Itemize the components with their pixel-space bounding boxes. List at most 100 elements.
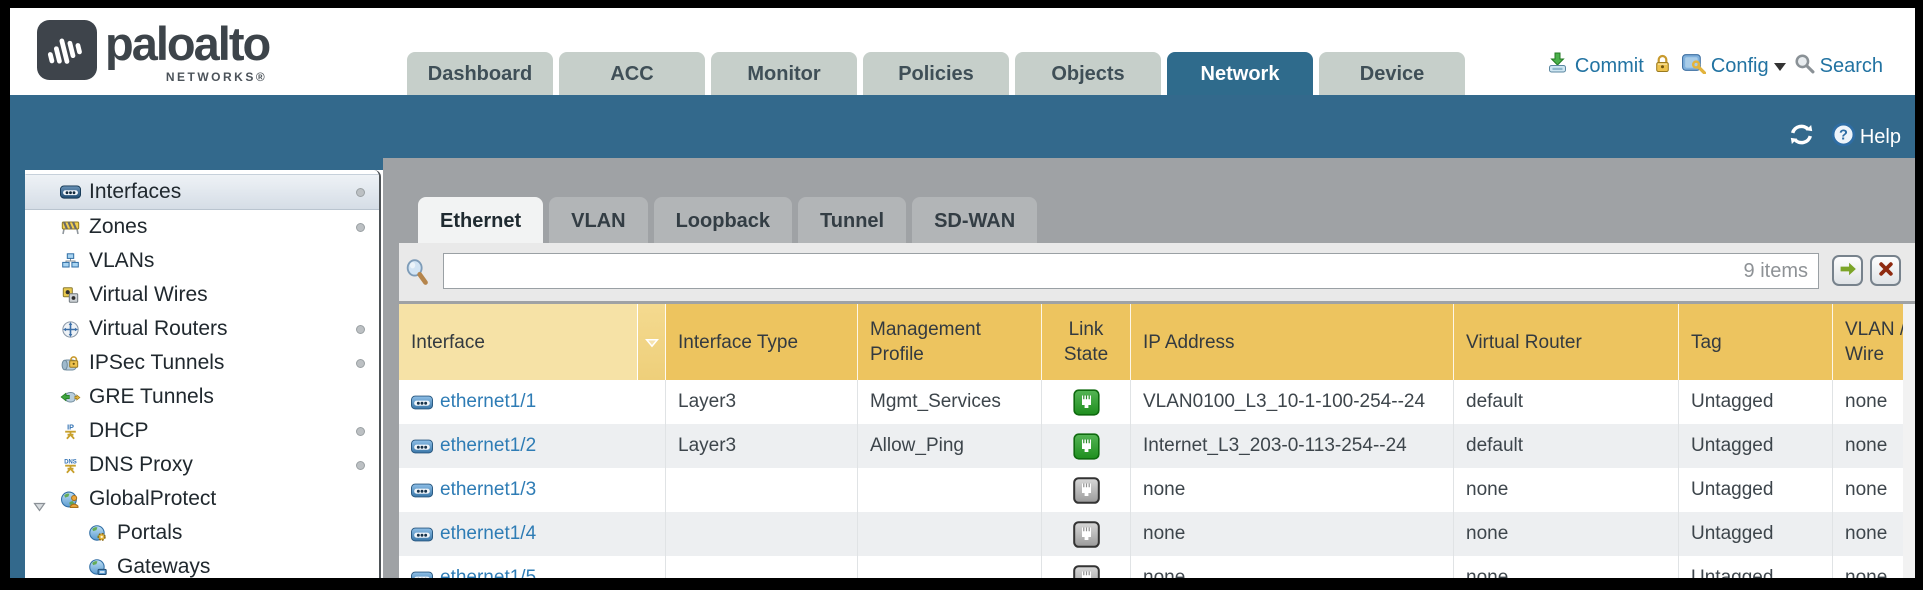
cell-virtual-router: default (1454, 380, 1679, 424)
dhcp-icon: IP (57, 423, 83, 440)
zones-icon (57, 219, 83, 235)
cell-interface-type: Layer3 (666, 424, 858, 468)
sidebar-item-label: Zones (89, 215, 147, 239)
item-dot (356, 359, 365, 368)
cell-link-state (1042, 468, 1131, 512)
green-arrow-icon (1839, 261, 1857, 280)
clear-filter-button[interactable] (1870, 255, 1901, 286)
column-header-text: Interface Type (678, 330, 845, 355)
filter-input[interactable] (444, 256, 1744, 286)
interface-link[interactable]: ethernet1/4 (440, 523, 536, 545)
brand-subname: NETWORKS® (166, 70, 267, 84)
sidebar-item-label: DNS Proxy (89, 453, 193, 477)
interface-link[interactable]: ethernet1/1 (440, 391, 536, 413)
sidebar-item-ipsec-tunnels[interactable]: IPSec Tunnels (25, 346, 379, 380)
sidebar-item-gre-tunnels[interactable]: GRE Tunnels (25, 380, 379, 414)
svg-text:DNS: DNS (64, 459, 77, 465)
column-header-text: Management (870, 317, 1029, 342)
column-header-text: Virtual Router (1466, 330, 1666, 355)
table-row: ethernet1/3nonenoneUntaggednone (399, 468, 1903, 512)
help-label: Help (1860, 126, 1901, 149)
tab-network[interactable]: Network (1167, 52, 1313, 95)
help-button[interactable]: ? Help (1831, 122, 1901, 153)
tab-monitor[interactable]: Monitor (711, 52, 857, 95)
dns-proxy-icon: DNS (57, 457, 83, 474)
interface-port-icon (411, 483, 433, 498)
tab-device[interactable]: Device (1319, 52, 1465, 95)
apply-filter-button[interactable] (1832, 255, 1863, 286)
sidebar-item-portals[interactable]: Portals (25, 516, 379, 550)
subtab-tunnel[interactable]: Tunnel (798, 197, 906, 243)
gre-tunnels-icon (57, 389, 83, 405)
vlans-icon (57, 253, 83, 269)
expand-caret-icon[interactable] (33, 494, 46, 518)
subtab-loopback[interactable]: Loopback (654, 197, 792, 243)
column-header-text: Wire (1845, 342, 1903, 367)
table-right-edge (1903, 304, 1915, 578)
cell-tag: Untagged (1679, 380, 1833, 424)
svg-text:?: ? (1839, 128, 1848, 144)
column-header-text: VLAN / V (1845, 317, 1903, 342)
commit-button[interactable]: Commit (1545, 52, 1644, 80)
sidebar-item-label: Interfaces (89, 180, 181, 204)
column-header-mgmt[interactable]: ManagementProfile (858, 304, 1042, 380)
tab-policies[interactable]: Policies (863, 52, 1009, 95)
search-button[interactable]: Search (1794, 53, 1883, 80)
lock-button[interactable] (1652, 53, 1673, 80)
column-header-ip[interactable]: IP Address (1131, 304, 1454, 380)
link-down-icon (1073, 565, 1100, 579)
subtab-vlan[interactable]: VLAN (549, 197, 647, 243)
sidebar-item-label: Portals (117, 521, 182, 545)
cell-vlan-wire: none (1833, 556, 1903, 578)
sidebar-item-virtual-wires[interactable]: Virtual Wires (25, 278, 379, 312)
column-header-text: Tag (1691, 330, 1820, 355)
column-header-vlan[interactable]: VLAN / VWire (1833, 304, 1903, 380)
sidebar-item-zones[interactable]: Zones (25, 210, 379, 244)
ipsec-tunnels-icon (57, 355, 83, 371)
sidebar-item-virtual-routers[interactable]: Virtual Routers (25, 312, 379, 346)
globalprotect-icon (57, 491, 83, 508)
subtab-bar: EthernetVLANLoopbackTunnelSD-WAN (418, 197, 1037, 243)
interface-link[interactable]: ethernet1/3 (440, 479, 536, 501)
app-window: paloalto NETWORKS® DashboardACCMonitorPo… (10, 8, 1915, 578)
sort-triangle-icon (645, 330, 659, 355)
item-dot (356, 325, 365, 334)
item-dot (356, 461, 365, 470)
sidebar-item-globalprotect[interactable]: GlobalProtect (25, 482, 379, 516)
cell-management-profile (858, 512, 1042, 556)
cell-link-state (1042, 380, 1131, 424)
subtab-sd-wan[interactable]: SD-WAN (912, 197, 1037, 243)
column-header-tag[interactable]: Tag (1679, 304, 1833, 380)
chevron-down-icon (1774, 63, 1786, 77)
cell-ip-address: Internet_L3_203-0-113-254--24 (1131, 424, 1454, 468)
config-button[interactable]: Config (1681, 52, 1786, 80)
refresh-button[interactable] (1788, 123, 1815, 152)
cell-link-state (1042, 556, 1131, 578)
screen: paloalto NETWORKS® DashboardACCMonitorPo… (0, 0, 1923, 590)
cell-management-profile: Allow_Ping (858, 424, 1042, 468)
sort-dropdown-button[interactable] (637, 304, 665, 380)
column-header-interface[interactable]: Interface (399, 304, 666, 380)
sidebar-item-vlans[interactable]: VLANs (25, 244, 379, 278)
tab-dashboard[interactable]: Dashboard (407, 52, 553, 95)
sidebar-item-dns-proxy[interactable]: DNS DNS Proxy (25, 448, 379, 482)
sidebar-item-interfaces[interactable]: Interfaces (25, 174, 379, 210)
sidebar-item-dhcp[interactable]: IPDHCP (25, 414, 379, 448)
tab-acc[interactable]: ACC (559, 52, 705, 95)
interface-link[interactable]: ethernet1/5 (440, 567, 536, 578)
column-header-vr[interactable]: Virtual Router (1454, 304, 1679, 380)
column-header-type[interactable]: Interface Type (666, 304, 858, 380)
item-dot (356, 427, 365, 436)
cell-interface: ethernet1/3 (399, 468, 666, 512)
filter-field: 9 items (443, 253, 1819, 289)
sidebar-item-label: Gateways (117, 555, 210, 578)
tab-objects[interactable]: Objects (1015, 52, 1161, 95)
content-area: EthernetVLANLoopbackTunnelSD-WAN 9 items… (383, 158, 1915, 578)
column-header-link[interactable]: LinkState (1042, 304, 1131, 380)
sidebar-left-margin (10, 170, 25, 578)
sidebar-item-gateways[interactable]: Gateways (25, 550, 379, 578)
sidebar-item-label: Virtual Routers (89, 317, 228, 341)
subtab-ethernet[interactable]: Ethernet (418, 197, 543, 243)
lock-icon (1652, 53, 1673, 80)
interface-link[interactable]: ethernet1/2 (440, 435, 536, 457)
